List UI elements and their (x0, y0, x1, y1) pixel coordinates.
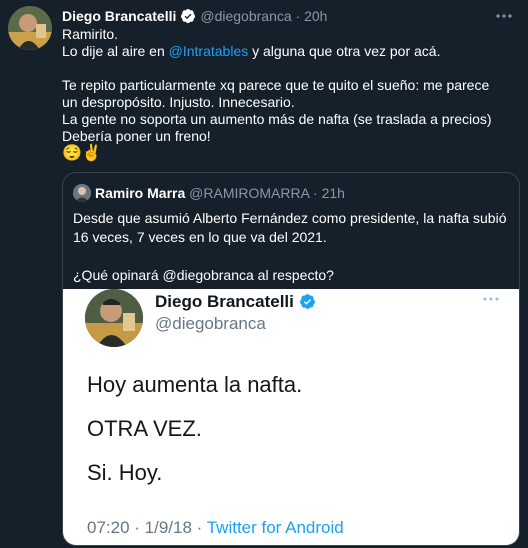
quoted-tweet-body: Desde que asumió Alberto Fernández como … (73, 209, 509, 285)
tweet-text: y alguna que otra vez por acá. (248, 43, 441, 59)
embedded-timestamp: 07:20 · 1/9/18 · (87, 518, 207, 537)
header-separator: · (295, 8, 301, 24)
quoted-separator: · (313, 185, 318, 201)
tweet-text: Lo dije al aire en (62, 43, 169, 59)
verified-badge-icon (299, 293, 316, 310)
embedded-author-handle: @diegobranca (155, 314, 266, 333)
tweet-line: Te repito particularmente xq parece que … (62, 77, 490, 110)
quoted-author-avatar (73, 184, 91, 202)
author-handle[interactable]: @diegobranca (200, 8, 291, 24)
quoted-author-name: Ramiro Marra (95, 185, 186, 201)
quoted-text: Desde que asumió Alberto Fernández como … (73, 210, 507, 245)
author-name[interactable]: Diego Brancatelli (62, 8, 176, 24)
quoted-tweet-header: Ramiro Marra @RAMIROMARRA · 21h (73, 183, 345, 203)
quoted-time: 21h (321, 185, 345, 201)
mention-link[interactable]: @Intratables (169, 43, 249, 59)
embedded-tweet-line: Si. Hoy. (87, 460, 163, 485)
embedded-tweet-footer: 07:20 · 1/9/18 · Twitter for Android (87, 517, 344, 539)
embedded-tweet-line: Hoy aumenta la nafta. (87, 372, 303, 397)
verified-badge-icon (180, 8, 196, 24)
quoted-author-handle: @RAMIROMARRA (189, 185, 310, 201)
embedded-source: Twitter for Android (206, 518, 344, 537)
tweet-header: Diego Brancatelli @diegobranca · 20h (62, 6, 488, 26)
embedded-tweet-line: OTRA VEZ. (87, 416, 202, 441)
embedded-author-name: Diego Brancatelli (155, 291, 316, 313)
embedded-author-name-text: Diego Brancatelli (155, 292, 294, 311)
tweet-body: Ramirito. Lo dije al aire en @Intratable… (62, 26, 508, 162)
tweet-line: Lo dije al aire en @Intratables y alguna… (62, 43, 508, 60)
embedded-author-avatar (85, 289, 143, 347)
quoted-tweet[interactable]: Ramiro Marra @RAMIROMARRA · 21h Desde qu… (62, 172, 520, 546)
tweet-emojis: 😌✌️ (62, 145, 102, 162)
tweet-line: Ramirito. (62, 26, 119, 42)
embedded-tweet-image[interactable]: Diego Brancatelli @diegobranca Hoy aumen… (63, 289, 519, 545)
tweet: Diego Brancatelli @diegobranca · 20h Rami… (0, 0, 528, 548)
tweet-line: La gente no soporta un aumento más de na… (62, 111, 492, 144)
quoted-text: ¿Qué opinará @diegobranca al respecto? (73, 267, 334, 283)
more-options-icon (481, 291, 501, 307)
author-avatar[interactable] (8, 6, 52, 50)
tweet-time[interactable]: 20h (304, 8, 327, 24)
more-options-icon[interactable] (494, 6, 514, 26)
